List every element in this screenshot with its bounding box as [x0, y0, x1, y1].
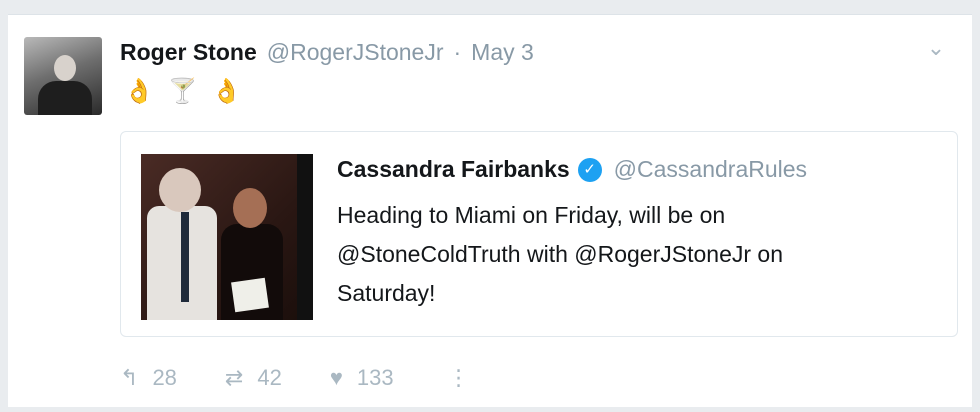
tweet-card[interactable]: Roger Stone @RogerJStoneJr · May 3 ⌄ 👌 🍸… — [8, 14, 972, 407]
quoted-text-line: Saturday! — [337, 280, 436, 306]
retweet-button[interactable]: ⇄ 42 — [225, 365, 282, 391]
quoted-author-name[interactable]: Cassandra Fairbanks — [337, 156, 570, 183]
cocktail-emoji: 🍸 — [167, 78, 198, 105]
tweet-date[interactable]: May 3 — [471, 39, 534, 66]
heart-icon: ♥ — [329, 365, 343, 390]
quoted-tweet-photo[interactable] — [141, 154, 313, 320]
retweet-icon: ⇄ — [224, 365, 244, 390]
author-handle[interactable]: @RogerJStoneJr — [267, 39, 444, 66]
tweet-actions: ↰ 28 ⇄ 42 ♥ 133 ⋮ — [120, 365, 470, 391]
author-name[interactable]: Roger Stone — [120, 39, 257, 66]
quoted-tweet-text: Heading to Miami on Friday, will be on @… — [337, 196, 937, 313]
reply-count: 28 — [152, 365, 177, 390]
tweet-header: Roger Stone @RogerJStoneJr · May 3 — [120, 39, 534, 69]
ok-hand-emoji: 👌 — [211, 78, 242, 105]
photo-tie — [181, 212, 189, 302]
quoted-tweet-header: Cassandra Fairbanks ✓ @CassandraRules — [337, 156, 807, 183]
tweet-text: 👌 🍸 👌 — [124, 77, 242, 106]
more-icon[interactable]: ⋮ — [448, 365, 470, 391]
quoted-text-line: Heading to Miami on Friday, will be on — [337, 202, 726, 228]
reply-button[interactable]: ↰ 28 — [120, 365, 177, 391]
like-count: 133 — [356, 365, 394, 390]
photo-person-left-head — [159, 168, 201, 212]
header-separator: · — [453, 39, 462, 65]
reply-icon: ↰ — [120, 365, 139, 390]
photo-paper — [231, 277, 269, 313]
quoted-author-handle[interactable]: @CassandraRules — [614, 156, 807, 183]
like-button[interactable]: ♥ 133 — [330, 365, 394, 391]
quoted-tweet[interactable]: Cassandra Fairbanks ✓ @CassandraRules He… — [120, 131, 958, 337]
quoted-text-line: @StoneColdTruth with @RogerJStoneJr on — [337, 241, 783, 267]
photo-dark-edge — [297, 154, 313, 320]
chevron-down-icon[interactable]: ⌄ — [922, 37, 950, 59]
avatar-figure-head — [54, 55, 76, 81]
author-avatar[interactable] — [24, 37, 102, 115]
ok-hand-emoji: 👌 — [124, 78, 154, 105]
verified-badge-icon: ✓ — [577, 157, 602, 182]
avatar-figure-body — [38, 81, 92, 115]
retweet-count: 42 — [257, 365, 282, 390]
photo-person-right-head — [233, 188, 267, 228]
